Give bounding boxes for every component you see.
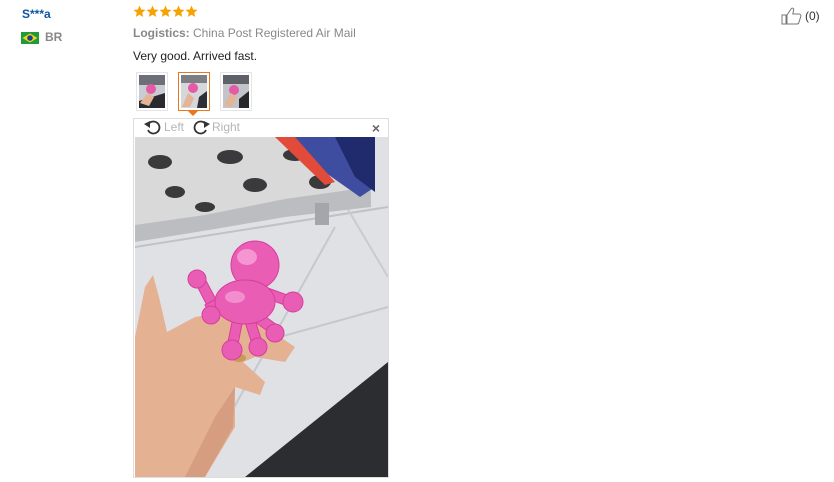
review-thumbnail[interactable] [136, 72, 168, 111]
rotate-right-button[interactable]: Right [192, 119, 240, 135]
review-thumbnail-active[interactable] [178, 72, 210, 111]
helpful-count: (0) [805, 9, 820, 23]
viewer-toolbar: Left Right × [134, 119, 388, 137]
logistics-value: China Post Registered Air Mail [193, 26, 356, 40]
rotate-left-icon [144, 120, 161, 135]
rotate-left-button[interactable]: Left [144, 119, 184, 135]
star-icon [159, 5, 172, 17]
review-text: Very good. Arrived fast. [133, 49, 258, 63]
reviewer-name: S***a [22, 7, 51, 21]
country-code: BR [45, 30, 63, 44]
star-icon [133, 5, 146, 17]
thumbs-up-icon [781, 7, 802, 25]
star-icon [185, 5, 198, 17]
logistics-label: Logistics: [133, 26, 190, 40]
close-button[interactable]: × [372, 120, 380, 136]
review-thumbnails [136, 72, 252, 111]
rotate-right-icon [193, 120, 210, 135]
rotate-right-label: Right [212, 120, 241, 134]
logistics-info: Logistics: China Post Registered Air Mai… [133, 26, 356, 40]
star-icon [172, 5, 185, 17]
reviewer-country: BR [21, 30, 62, 44]
review-photo [135, 137, 388, 477]
image-viewer: Left Right × [133, 118, 389, 478]
rotate-left-label: Left [164, 120, 185, 134]
star-icon [146, 5, 159, 17]
active-thumbnail-pointer [188, 111, 198, 116]
helpful-button[interactable]: (0) [781, 7, 820, 25]
rating-stars [133, 5, 198, 18]
review-thumbnail[interactable] [220, 72, 252, 111]
brazil-flag-icon [21, 31, 39, 44]
